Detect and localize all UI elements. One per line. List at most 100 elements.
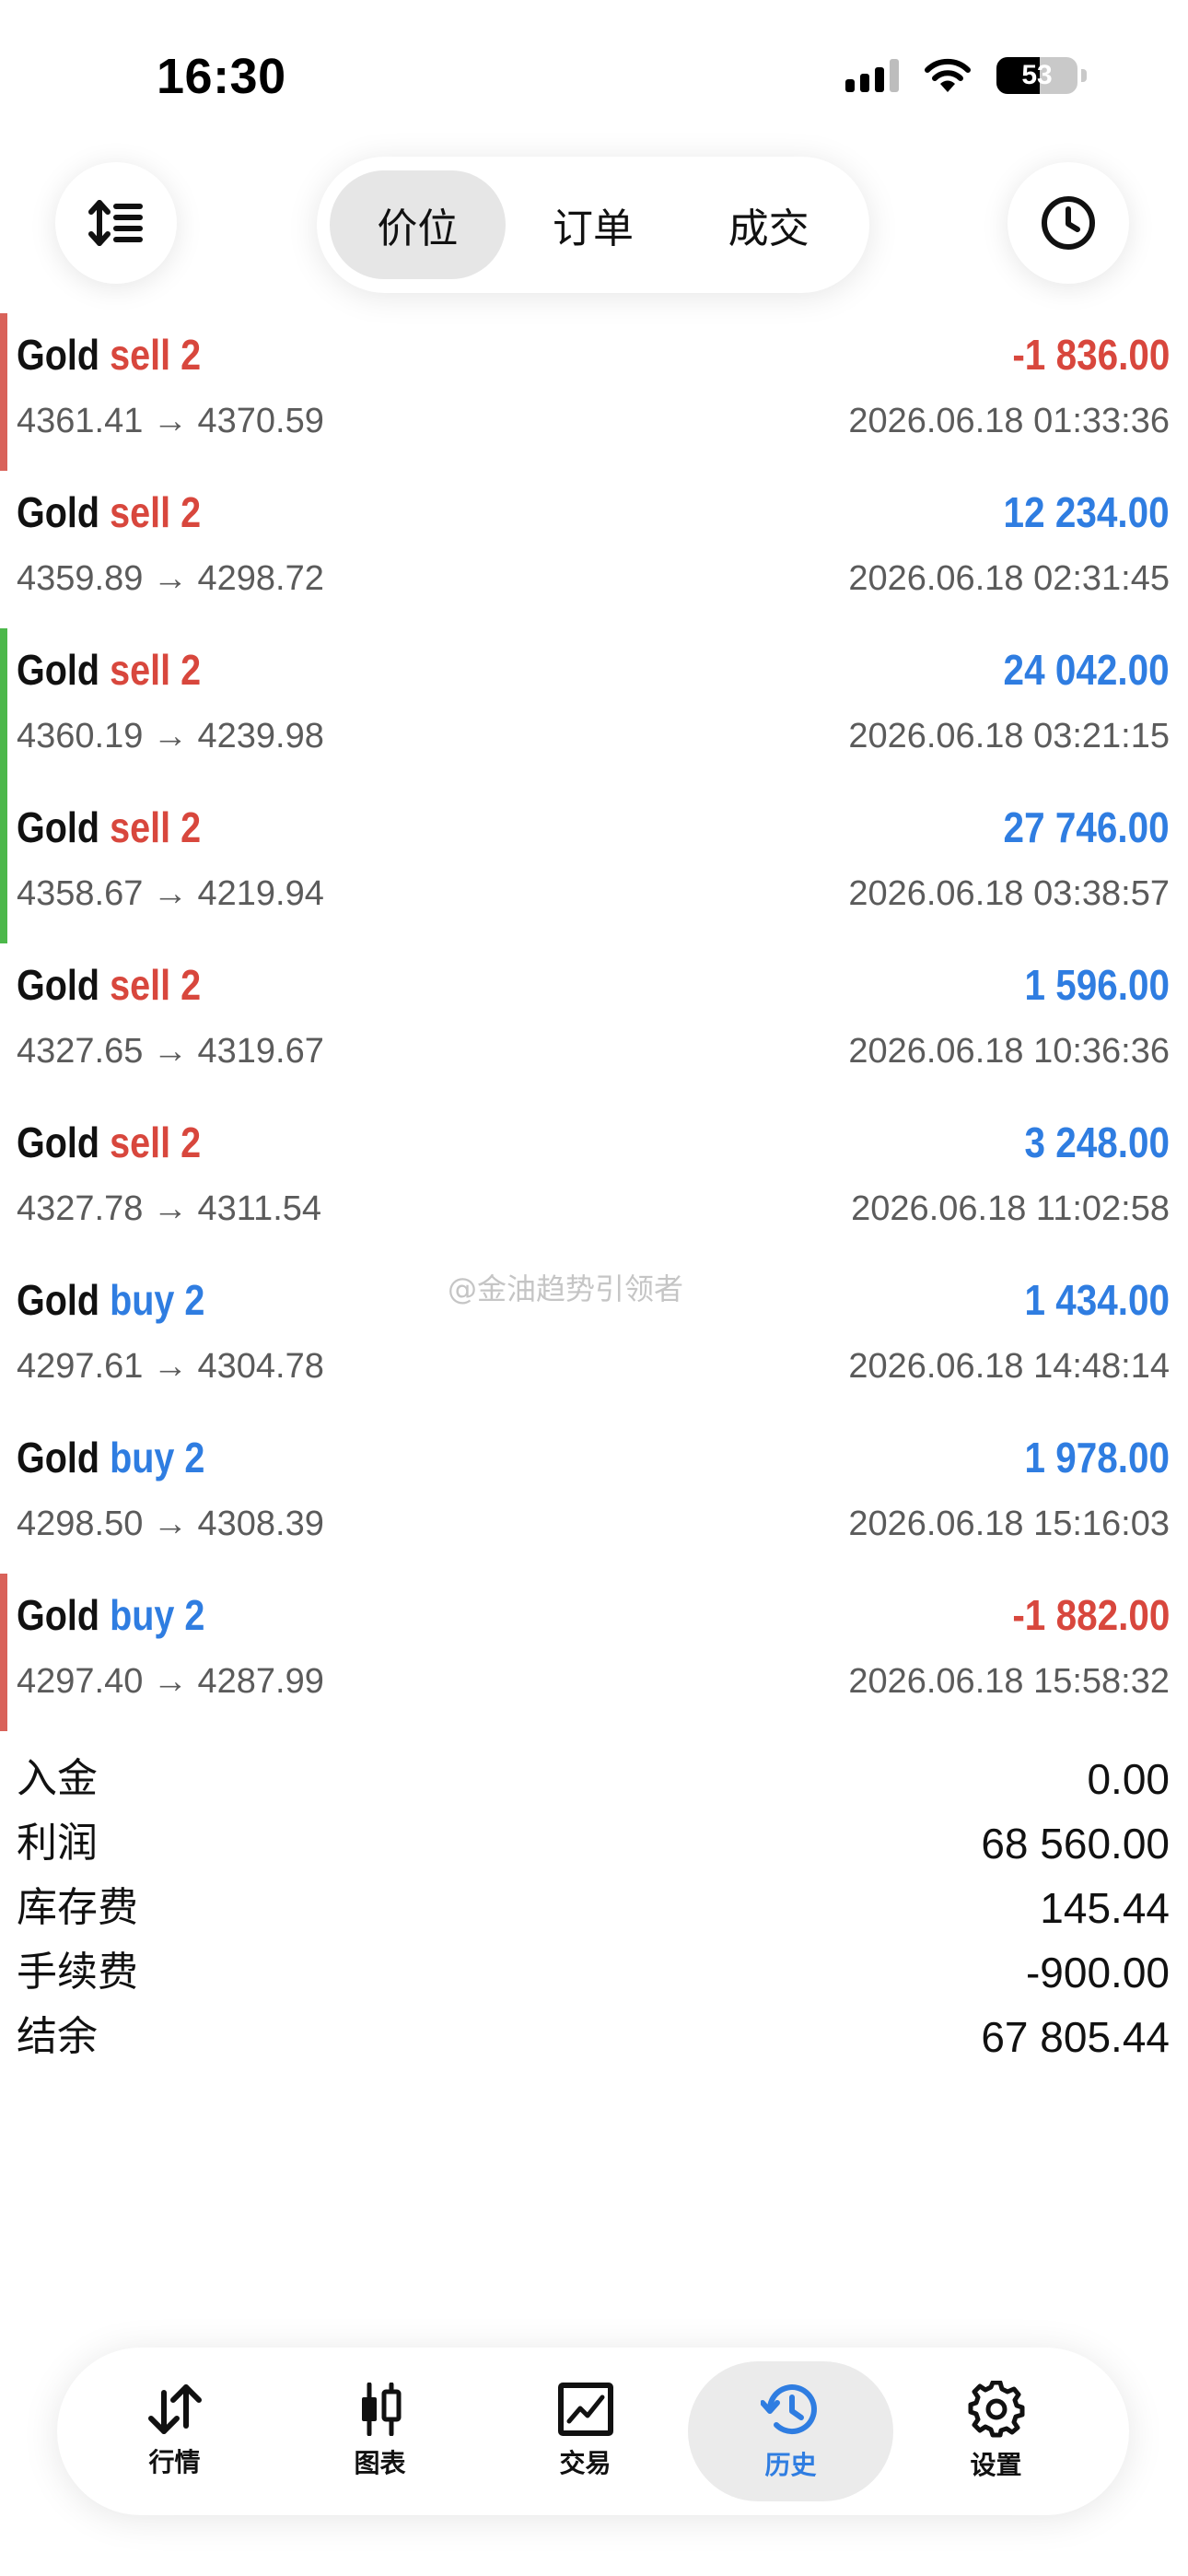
trade-symbol: Gold — [17, 803, 100, 851]
trade-status-marker — [0, 1416, 7, 1574]
battery-icon: 53 — [996, 57, 1077, 94]
trade-prices: 4361.41 → 4370.59 — [17, 402, 324, 440]
nav-trade[interactable]: 交易 — [483, 2361, 688, 2501]
nav-quotes[interactable]: 行情 — [72, 2361, 277, 2501]
period-button[interactable] — [1007, 162, 1129, 284]
trade-profit: 1 434.00 — [1024, 1276, 1170, 1324]
gear-icon — [968, 2381, 1024, 2438]
trade-profit: 3 248.00 — [1024, 1118, 1170, 1166]
summary-label: 结余 — [17, 2013, 98, 2060]
trade-side: sell 2 — [110, 331, 202, 379]
account-summary: 入金 0.00 利润 68 560.00 库存费 145.44 手续费 -900… — [0, 1747, 1188, 2069]
history-clock-icon — [760, 2384, 817, 2435]
trade-row[interactable]: Gold buy 2 4297.40 → 4287.99 -1 882.00 2… — [0, 1574, 1188, 1731]
nav-settings[interactable]: 设置 — [893, 2361, 1099, 2501]
trade-side: sell 2 — [110, 488, 202, 536]
trade-status-marker — [0, 943, 7, 1101]
nav-label: 历史 — [764, 2450, 817, 2480]
trade-side: sell 2 — [110, 803, 202, 851]
trade-time: 2026.06.18 03:21:15 — [848, 717, 1170, 755]
trade-time: 2026.06.18 03:38:57 — [848, 874, 1170, 913]
trade-symbol: Gold — [17, 1118, 100, 1166]
watermark: @金油趋势引领者 — [448, 1271, 684, 1306]
trade-row[interactable]: Gold sell 2 4327.78 → 4311.54 3 248.00 2… — [0, 1101, 1188, 1259]
trade-profit: 1 596.00 — [1024, 961, 1170, 1009]
trade-profit: 12 234.00 — [1003, 488, 1170, 536]
trade-prices: 4359.89 → 4298.72 — [17, 559, 324, 598]
summary-value: -900.00 — [1025, 1949, 1170, 1996]
trade-row[interactable]: Gold sell 2 4361.41 → 4370.59 -1 836.00 … — [0, 313, 1188, 471]
clock-icon — [1042, 196, 1095, 250]
trade-time: 2026.06.18 10:36:36 — [848, 1032, 1170, 1071]
cellular-signal-icon — [845, 59, 899, 92]
trade-status-marker — [0, 786, 7, 943]
trade-row[interactable]: Gold sell 2 4358.67 → 4219.94 27 746.00 … — [0, 786, 1188, 943]
trade-prices: 4360.19 → 4239.98 — [17, 717, 324, 755]
nav-label: 行情 — [148, 2447, 201, 2477]
trade-title: Gold buy 2 — [17, 1590, 204, 1640]
trade-time: 2026.06.18 15:16:03 — [848, 1505, 1170, 1543]
quotes-arrows-icon — [147, 2384, 202, 2434]
nav-label: 设置 — [970, 2450, 1022, 2480]
status-time: 16:30 — [157, 49, 286, 104]
trade-side: buy 2 — [110, 1434, 205, 1481]
trade-list: Gold sell 2 4361.41 → 4370.59 -1 836.00 … — [0, 313, 1188, 1731]
trade-symbol: Gold — [17, 331, 100, 379]
nav-chart[interactable]: 图表 — [277, 2361, 483, 2501]
trade-title: Gold sell 2 — [17, 960, 201, 1010]
status-icons: 53 — [845, 57, 1087, 94]
view-segmented-control: 价位 订单 成交 — [317, 157, 869, 293]
nav-history[interactable]: 历史 — [688, 2361, 893, 2501]
trade-title: Gold sell 2 — [17, 802, 201, 852]
nav-label: 图表 — [354, 2448, 406, 2478]
trade-title: Gold sell 2 — [17, 1118, 201, 1167]
trade-row[interactable]: Gold sell 2 4360.19 → 4239.98 24 042.00 … — [0, 628, 1188, 786]
trade-time: 2026.06.18 02:31:45 — [848, 559, 1170, 598]
tab-positions[interactable]: 价位 — [330, 170, 506, 279]
trade-prices: 4298.50 → 4308.39 — [17, 1505, 324, 1543]
tab-orders[interactable]: 订单 — [506, 170, 681, 279]
summary-row-swap: 库存费 145.44 — [0, 1876, 1188, 1940]
trade-prices: 4297.61 → 4304.78 — [17, 1347, 324, 1386]
trade-side: buy 2 — [110, 1591, 205, 1639]
summary-value: 0.00 — [1087, 1755, 1170, 1803]
trade-prices: 4297.40 → 4287.99 — [17, 1662, 324, 1701]
battery-level: 53 — [1021, 60, 1053, 90]
summary-row-profit: 利润 68 560.00 — [0, 1811, 1188, 1876]
trade-status-marker — [0, 628, 7, 786]
trade-symbol: Gold — [17, 488, 100, 536]
sort-icon — [88, 200, 143, 246]
trade-title: Gold sell 2 — [17, 645, 201, 695]
trade-time: 2026.06.18 14:48:14 — [848, 1347, 1170, 1386]
trade-symbol: Gold — [17, 1591, 100, 1639]
summary-row-deposit: 入金 0.00 — [0, 1747, 1188, 1811]
trade-time: 2026.06.18 11:02:58 — [851, 1189, 1170, 1228]
trade-profit: 27 746.00 — [1003, 803, 1170, 851]
trade-profit: -1 836.00 — [1011, 331, 1170, 379]
trade-status-marker — [0, 1259, 7, 1416]
trade-row[interactable]: Gold sell 2 4359.89 → 4298.72 12 234.00 … — [0, 471, 1188, 628]
summary-label: 利润 — [17, 1820, 98, 1867]
trade-status-marker — [0, 1101, 7, 1259]
trade-row[interactable]: Gold buy 2 4298.50 → 4308.39 1 978.00 20… — [0, 1416, 1188, 1574]
summary-value: 68 560.00 — [981, 1820, 1170, 1868]
candlestick-chart-icon — [361, 2383, 401, 2436]
trade-symbol: Gold — [17, 1276, 100, 1324]
trade-profit: -1 882.00 — [1011, 1591, 1170, 1639]
trade-time: 2026.06.18 01:33:36 — [848, 402, 1170, 440]
summary-value: 67 805.44 — [981, 2013, 1170, 2061]
trade-symbol: Gold — [17, 961, 100, 1009]
trade-side: sell 2 — [110, 1118, 202, 1166]
trade-row[interactable]: Gold sell 2 4327.65 → 4319.67 1 596.00 2… — [0, 943, 1188, 1101]
trade-title: Gold sell 2 — [17, 330, 201, 380]
sort-button[interactable] — [55, 162, 177, 284]
summary-label: 入金 — [17, 1755, 98, 1802]
nav-label: 交易 — [559, 2448, 611, 2478]
trade-prices: 4327.65 → 4319.67 — [17, 1032, 324, 1071]
trade-title: Gold buy 2 — [17, 1275, 204, 1325]
trade-prices: 4358.67 → 4219.94 — [17, 874, 324, 913]
trade-title: Gold sell 2 — [17, 487, 201, 537]
summary-row-balance: 结余 67 805.44 — [0, 2005, 1188, 2069]
tab-deals[interactable]: 成交 — [681, 170, 856, 279]
trade-side: sell 2 — [110, 646, 202, 694]
